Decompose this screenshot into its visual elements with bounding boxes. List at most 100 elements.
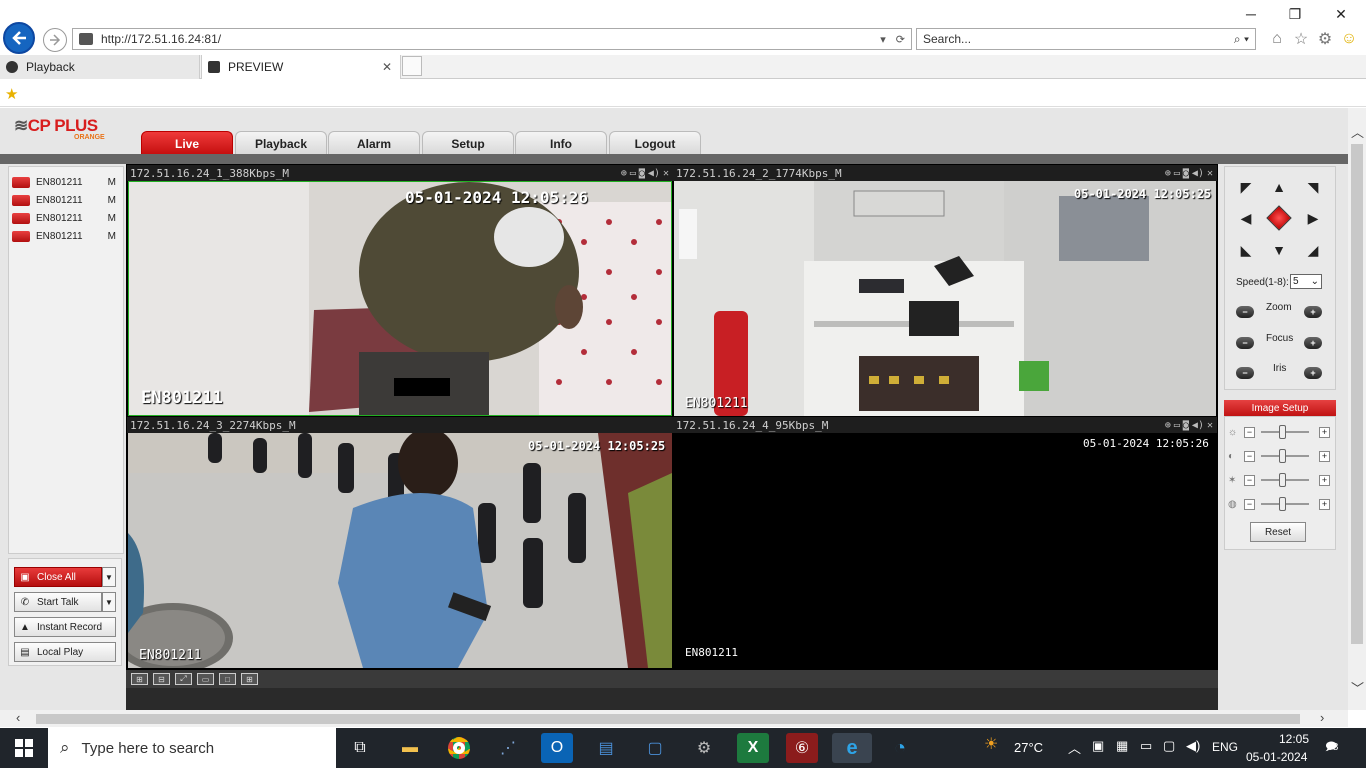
hue-knob[interactable] [1279, 497, 1286, 511]
ptz-center-button[interactable] [1266, 205, 1292, 231]
restore-icon[interactable]: ▭ [1174, 168, 1180, 179]
close-icon[interactable]: ✕ [663, 168, 669, 179]
task-view-icon[interactable]: ⧉ [344, 733, 376, 763]
vertical-scrollbar[interactable]: ︿ ﹀ [1348, 108, 1366, 710]
language-indicator[interactable]: ENG [1212, 740, 1238, 754]
hue-slider-row[interactable]: ◍ − + [1228, 497, 1332, 511]
settings-app-icon[interactable]: ⚙ [688, 733, 720, 763]
chrome-icon[interactable] [443, 733, 475, 763]
ptz-up-left-icon[interactable]: ◤ [1235, 176, 1257, 198]
zoom-icon[interactable]: ⊕ [1165, 420, 1171, 431]
forward-button[interactable] [43, 28, 67, 52]
hue-plus[interactable]: + [1319, 498, 1330, 510]
clock-date[interactable]: 05-01-2024 [1246, 750, 1307, 764]
dropdown-icon[interactable]: ▾ [880, 33, 886, 46]
audio-icon[interactable]: ◀) [1192, 420, 1204, 431]
restore-button[interactable]: ❐ [1272, 0, 1318, 28]
close-icon[interactable]: ✕ [1207, 420, 1213, 431]
brightness-slider-row[interactable]: ☼ − + [1228, 425, 1332, 439]
start-talk-button[interactable]: ✆ Start Talk [14, 592, 102, 612]
instant-record-button[interactable]: ▲ Instant Record [14, 617, 116, 637]
saturation-slider-row[interactable]: ✶ − + [1228, 473, 1332, 487]
image-setup-header[interactable]: Image Setup [1224, 400, 1336, 416]
brightness-minus[interactable]: − [1244, 426, 1255, 438]
hue-minus[interactable]: − [1244, 498, 1255, 510]
channel-3-video[interactable]: 05-01-2024 12:05:25 EN801211 [128, 433, 672, 668]
brightness-plus[interactable]: + [1319, 426, 1330, 438]
channel-1-video[interactable]: 05-01-2024 12:05:26 EN801211 [128, 181, 672, 416]
snapshot-icon[interactable]: ◙ [1183, 420, 1189, 431]
local-play-button[interactable]: ▤ Local Play [14, 642, 116, 662]
favorites-star-icon[interactable]: ☆ [1292, 30, 1310, 48]
ptz-up-right-icon[interactable]: ◥ [1302, 176, 1324, 198]
new-tab-button[interactable] [402, 56, 422, 76]
brightness-knob[interactable] [1279, 425, 1286, 439]
saturation-plus[interactable]: + [1319, 474, 1330, 486]
zoom-icon[interactable]: ⊕ [1165, 168, 1171, 179]
layout-wide-icon[interactable]: ▭ [197, 673, 214, 685]
minimize-button[interactable]: ─ [1228, 0, 1274, 28]
nav-tab-logout[interactable]: Logout [609, 131, 701, 155]
zoom-minus-button[interactable]: − [1236, 306, 1254, 318]
contrast-minus[interactable]: − [1244, 450, 1255, 462]
meet-icon[interactable]: ▣ [1092, 738, 1104, 754]
layout-9-icon[interactable]: ⊟ [153, 673, 170, 685]
ptz-down-left-icon[interactable]: ◣ [1235, 239, 1257, 261]
restore-icon[interactable]: ▭ [1174, 420, 1180, 431]
close-tab-icon[interactable]: ✕ [382, 60, 392, 74]
nav-tab-live[interactable]: Live [141, 131, 233, 155]
ptz-down-icon[interactable]: ▼ [1268, 239, 1290, 261]
taskbar-search-box[interactable]: ⌕ Type here to search [48, 728, 336, 768]
internet-explorer-icon[interactable]: e [832, 733, 872, 763]
contrast-knob[interactable] [1279, 449, 1286, 463]
device-channel-4[interactable]: EN801211 M [12, 228, 116, 244]
home-icon[interactable]: ⌂ [1268, 30, 1286, 48]
device-channel-3[interactable]: EN801211 M [12, 210, 116, 226]
iris-plus-button[interactable]: + [1304, 367, 1322, 379]
file-explorer-icon[interactable]: ▬ [394, 733, 426, 763]
tab-playback[interactable]: Playback [0, 55, 200, 79]
search-icon[interactable]: ⌕ ▾ [1234, 32, 1255, 47]
layout-16-icon[interactable]: ⊞ [131, 673, 148, 685]
show-hidden-icons-chevron[interactable]: ︿ [1068, 738, 1081, 757]
volume-icon[interactable]: ◀) [1186, 738, 1200, 754]
nav-tab-setup[interactable]: Setup [422, 131, 514, 155]
reset-button[interactable]: Reset [1250, 522, 1306, 542]
focus-minus-button[interactable]: − [1236, 337, 1254, 349]
tab-preview[interactable]: PREVIEW ✕ [201, 55, 401, 79]
url-text[interactable]: http://172.51.16.24:81/ [101, 32, 221, 46]
news-app-icon[interactable]: ▤ [590, 733, 622, 763]
notification-center-icon[interactable]: 🗩38 [1325, 738, 1347, 756]
start-button[interactable] [0, 728, 48, 768]
browser-search-box[interactable]: Search... ⌕ ▾ [916, 28, 1256, 50]
tally-app-icon[interactable]: ⑥ [786, 733, 818, 763]
edge-icon[interactable]: ◔ [884, 733, 916, 763]
smiley-feedback-icon[interactable]: ☺ [1340, 30, 1358, 48]
zoom-plus-button[interactable]: + [1304, 306, 1322, 318]
layout-4-icon[interactable]: ⊞ [241, 673, 258, 685]
layout-1-icon[interactable]: □ [219, 673, 236, 685]
clock-time[interactable]: 12:05 [1264, 732, 1324, 746]
refresh-icon[interactable]: ⟳ [896, 33, 905, 46]
scroll-right-icon[interactable]: › [1320, 710, 1324, 725]
saturation-knob[interactable] [1279, 473, 1286, 487]
nav-tab-info[interactable]: Info [515, 131, 607, 155]
close-icon[interactable]: ✕ [1207, 168, 1213, 179]
scroll-up-icon[interactable]: ︿ [1351, 122, 1364, 141]
contrast-plus[interactable]: + [1319, 450, 1330, 462]
search-placeholder[interactable]: Search... [923, 32, 971, 46]
speed-select[interactable]: 5 ⌄ [1290, 274, 1322, 289]
channel-2-video[interactable]: 05-01-2024 12:05:25 EN801211 [674, 181, 1216, 416]
weather-icon[interactable]: ☀ [984, 734, 998, 754]
ptz-down-right-icon[interactable]: ◢ [1302, 239, 1324, 261]
audio-icon[interactable]: ◀) [1192, 168, 1204, 179]
weather-temp[interactable]: 27°C [1014, 740, 1043, 755]
device-channel-2[interactable]: EN801211 M [12, 192, 116, 208]
settings-gear-icon[interactable]: ⚙ [1316, 30, 1334, 48]
window-app-icon[interactable]: ▢ [639, 733, 671, 763]
saturation-minus[interactable]: − [1244, 474, 1255, 486]
snapshot-icon[interactable]: ◙ [1183, 168, 1189, 179]
power-icon[interactable]: ▭ [1140, 738, 1152, 754]
channel-4-video[interactable]: 05-01-2024 12:05:26 EN801211 [674, 433, 1216, 668]
fullscreen-icon[interactable]: ⤢ [175, 673, 192, 685]
